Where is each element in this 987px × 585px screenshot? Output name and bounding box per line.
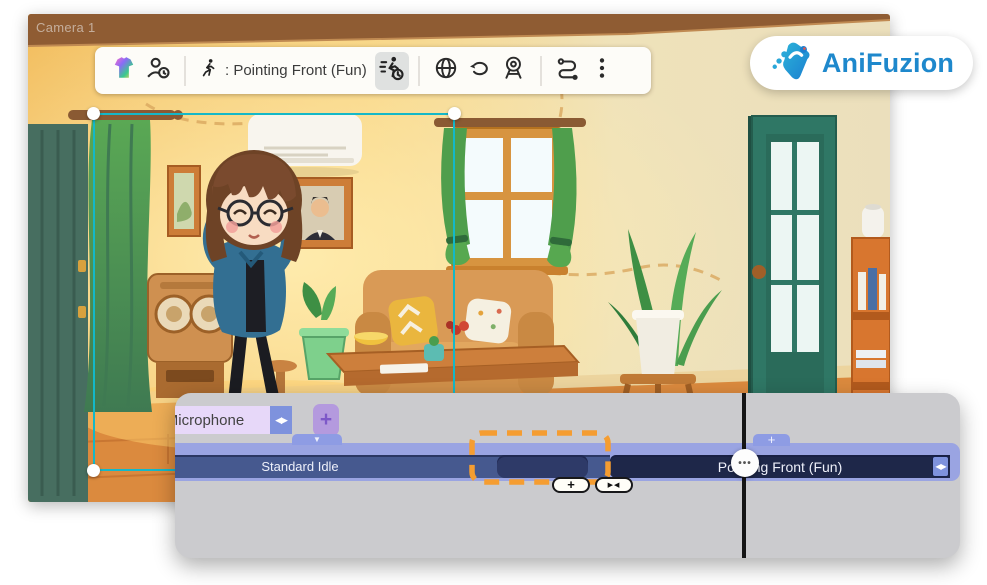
- microphone-track-resize-handle[interactable]: ◀▶: [270, 406, 292, 434]
- kebab-menu-icon: [595, 55, 609, 86]
- clip-resize-handle[interactable]: ◀▶: [932, 456, 949, 477]
- clip-pointing-front[interactable]: Pointing Front (Fun): [610, 455, 950, 478]
- fit-clip-button[interactable]: ▶◀: [595, 477, 633, 493]
- left-door: [28, 124, 88, 502]
- microphone-track[interactable]: Microphone: [175, 406, 270, 434]
- tshirt-rainbow-icon: [111, 55, 137, 86]
- camera-label: Camera 1: [36, 20, 95, 35]
- zoom-character-button[interactable]: [497, 52, 531, 90]
- add-track-button[interactable]: +: [313, 404, 339, 436]
- current-motion-label: : Pointing Front (Fun): [225, 62, 367, 79]
- collapse-track-tab[interactable]: ▼: [292, 434, 342, 445]
- motion-path-icon: [555, 55, 581, 86]
- toolbar-divider: [184, 56, 186, 86]
- character-pose-button[interactable]: [141, 52, 175, 90]
- outfit-button[interactable]: [107, 52, 141, 90]
- add-clip-tab[interactable]: +: [753, 434, 790, 446]
- runner-clock-icon: [378, 54, 406, 87]
- selection-handle-bottom-left[interactable]: [87, 464, 100, 477]
- selection-handle-top-left[interactable]: [87, 107, 100, 120]
- insert-clip-button[interactable]: +: [552, 477, 590, 493]
- character-toolbar: : Pointing Front (Fun): [95, 47, 651, 94]
- microphone-track-label: Microphone: [175, 412, 244, 429]
- clip-more-button[interactable]: •••: [731, 449, 759, 477]
- position-button[interactable]: [429, 52, 463, 90]
- globe-icon: [433, 55, 459, 86]
- toolbar-divider: [540, 56, 542, 86]
- runner-icon: [199, 57, 219, 84]
- rotate-button[interactable]: [463, 52, 497, 90]
- clip-standard-idle-label: Standard Idle: [175, 459, 425, 474]
- toolbar-divider: [418, 56, 420, 86]
- brand-logo: AniFuzion: [750, 36, 973, 90]
- person-clock-icon: [144, 54, 172, 87]
- person-magnifier-icon: [501, 55, 527, 86]
- anifuzion-logo-icon: [769, 38, 815, 89]
- selection-handle-top-right[interactable]: [448, 107, 461, 120]
- brand-logo-text: AniFuzion: [822, 48, 954, 79]
- motion-path-button[interactable]: [551, 52, 585, 90]
- timeline-panel: Microphone ◀▶ + ▼ Standard Idle Pointing…: [175, 393, 960, 558]
- more-options-button[interactable]: [585, 52, 619, 90]
- app-window: Camera 1: [0, 0, 987, 585]
- motion-speed-button[interactable]: [375, 52, 409, 90]
- clip-selection-outline[interactable]: [469, 430, 611, 485]
- current-motion[interactable]: : Pointing Front (Fun): [199, 57, 367, 84]
- rotate-arrow-icon: [467, 55, 493, 86]
